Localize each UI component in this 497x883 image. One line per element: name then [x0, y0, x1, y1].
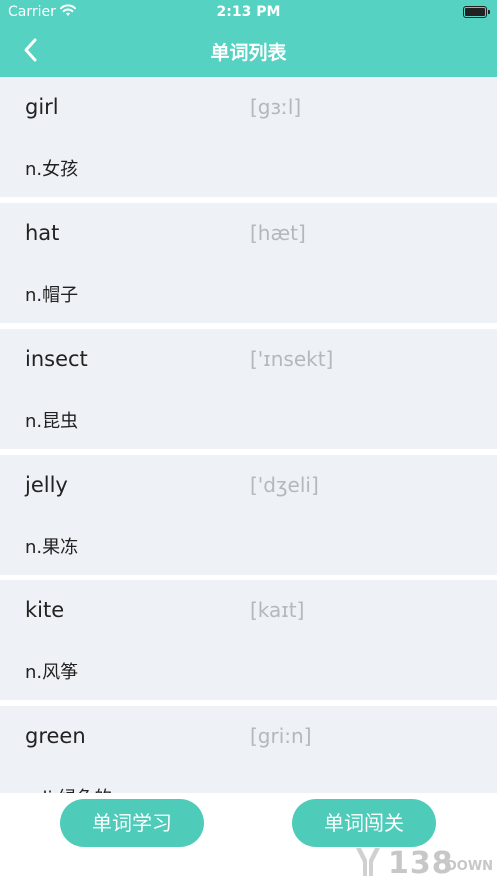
phonetic-text: ['dʒeli]	[250, 473, 319, 497]
word-text: insect	[25, 347, 88, 371]
navigation-bar: Carrier 2:13 PM 单词列表	[0, 0, 497, 77]
meaning-text: n.风筝	[25, 662, 79, 683]
meaning-text: adj.绿色的	[25, 784, 112, 793]
word-text: hat	[25, 221, 60, 245]
status-time: 2:13 PM	[216, 4, 281, 20]
word-card[interactable]: kite [kaɪt] n.风筝	[0, 580, 497, 700]
meaning-text: n.女孩	[25, 159, 79, 180]
phonetic-text: [gɜːl]	[250, 95, 302, 119]
phonetic-text: [kaɪt]	[250, 598, 305, 622]
watermark-logo: 138 DOWN	[354, 844, 494, 881]
word-text: jelly	[25, 473, 68, 497]
meaning-text: n.帽子	[25, 285, 79, 306]
watermark-suffix: DOWN	[446, 859, 494, 874]
word-study-button[interactable]: 单词学习	[60, 799, 204, 847]
phonetic-text: [hæt]	[250, 221, 306, 245]
word-text: kite	[25, 598, 65, 622]
word-card[interactable]: green [gri:n] adj.绿色的	[0, 706, 497, 793]
phonetic-text: ['ɪnsekt]	[250, 347, 334, 371]
battery-icon	[463, 6, 490, 18]
status-bar: Carrier 2:13 PM	[0, 0, 497, 26]
page-title: 单词列表	[210, 42, 287, 64]
word-text: girl	[25, 95, 59, 119]
meaning-text: n.果冻	[25, 537, 79, 558]
phonetic-text: [gri:n]	[250, 724, 312, 748]
word-card[interactable]: insect ['ɪnsekt] n.昆虫	[0, 329, 497, 449]
word-card[interactable]: jelly ['dʒeli] n.果冻	[0, 455, 497, 575]
watermark-icon	[356, 848, 380, 876]
word-challenge-button[interactable]: 单词闯关	[292, 799, 436, 847]
word-text: green	[25, 724, 86, 748]
word-list[interactable]: girl [gɜːl] n.女孩 hat [hæt] n.帽子 insect […	[0, 77, 497, 793]
meaning-text: n.昆虫	[25, 411, 79, 432]
word-card[interactable]: hat [hæt] n.帽子	[0, 203, 497, 323]
watermark-number: 138	[388, 846, 454, 881]
word-card[interactable]: girl [gɜːl] n.女孩	[0, 77, 497, 197]
